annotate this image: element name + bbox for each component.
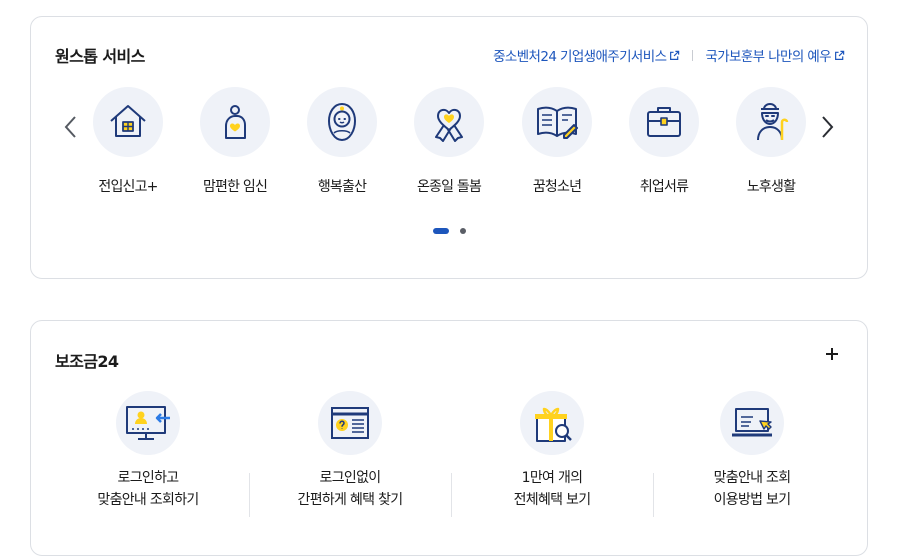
- open-book-pencil-icon: [537, 106, 578, 139]
- subsidy-icon-circle: [720, 391, 784, 455]
- service-label: 행복출산: [317, 179, 367, 195]
- gift-search-icon: [535, 407, 572, 442]
- pagination-dot[interactable]: [460, 228, 466, 234]
- service-icon-circle: [93, 87, 163, 157]
- subsidy-label-line1: 로그인하고: [117, 470, 180, 486]
- service-label: 노후생활: [746, 179, 796, 195]
- subsidy-login-search[interactable]: 로그인하고 맞춤안내 조회하기: [47, 391, 249, 511]
- onestop-service-card: 원스톱 서비스 중소벤처24 기업생애주기서비스 국가보훈부 나만의 예우 전입…: [30, 16, 868, 279]
- service-label: 온종일 돌봄: [416, 179, 482, 195]
- service-move-in[interactable]: 전입신고+: [78, 87, 178, 196]
- subsidy-icon-circle: [318, 391, 382, 455]
- onestop-title: 원스톱 서비스: [55, 47, 145, 66]
- subsidy-label-line2: 전체혜택 보기: [513, 492, 592, 508]
- subsidy-label-line2: 맞춤안내 조회하기: [97, 492, 199, 508]
- external-links: 중소벤처24 기업생애주기서비스 국가보훈부 나만의 예우: [493, 45, 845, 65]
- subsidy-label-line2: 간편하게 혜택 찾기: [297, 492, 404, 508]
- service-employment-docs[interactable]: 취업서류: [614, 87, 714, 196]
- veterans-link[interactable]: 국가보훈부 나만의 예우: [705, 45, 845, 65]
- service-label: 취업서류: [639, 179, 689, 195]
- subsidy-label-line1: 1만여 개의: [521, 470, 583, 486]
- subsidy-label-line1: 로그인없이: [319, 470, 382, 486]
- subsidy-label: 로그인없이 간편하게 혜택 찾기: [249, 467, 451, 511]
- service-retirement-life[interactable]: 노후생활: [721, 87, 821, 196]
- service-all-day-care[interactable]: 온종일 돌봄: [399, 87, 499, 196]
- pagination-dot-active[interactable]: [433, 228, 449, 234]
- plus-icon[interactable]: [825, 347, 839, 361]
- sme24-link-label: 중소벤처24 기업생애주기서비스: [493, 49, 667, 65]
- subsidy-usage-guide[interactable]: 맞춤안내 조회 이용방법 보기: [651, 391, 853, 511]
- care-ribbon-icon: [435, 108, 463, 142]
- sme24-link[interactable]: 중소벤처24 기업생애주기서비스: [493, 45, 680, 65]
- service-icon-circle: [522, 87, 592, 157]
- service-label: 전입신고+: [98, 179, 158, 195]
- subsidy-label: 로그인하고 맞춤안내 조회하기: [47, 467, 249, 511]
- service-pregnancy[interactable]: 맘편한 임신: [185, 87, 285, 196]
- subsidy-label-line2: 이용방법 보기: [713, 492, 792, 508]
- service-youth-dream[interactable]: 꿈청소년: [507, 87, 607, 196]
- house-icon: [110, 105, 146, 137]
- subsidy-label-line1: 맞춤안내 조회: [713, 470, 792, 486]
- login-monitor-icon: [126, 406, 170, 440]
- service-icon-circle: [414, 87, 484, 157]
- external-link-icon: [670, 50, 680, 60]
- subsidy-title: 보조금24: [55, 352, 119, 371]
- briefcase-icon: [647, 107, 681, 137]
- subsidy-icon-circle: [116, 391, 180, 455]
- subsidy-quick-search[interactable]: 로그인없이 간편하게 혜택 찾기: [249, 391, 451, 511]
- elderly-cane-icon: [757, 103, 789, 141]
- pregnancy-icon: [225, 105, 246, 139]
- service-childbirth[interactable]: 행복출산: [292, 87, 392, 196]
- newborn-baby-icon: [327, 102, 357, 142]
- service-icon-circle: [200, 87, 270, 157]
- subsidy-icon-circle: [520, 391, 584, 455]
- service-icon-circle: [736, 87, 806, 157]
- subsidy-label: 1만여 개의 전체혜택 보기: [451, 467, 653, 511]
- service-label: 맘편한 임신: [202, 179, 268, 195]
- subsidy24-card: 보조금24 로그인하고 맞춤안내 조회하기 로그인없이 간편하게 혜택 찾기 1…: [30, 320, 868, 556]
- service-label: 꿈청소년: [532, 179, 582, 195]
- veterans-link-label: 국가보훈부 나만의 예우: [705, 49, 831, 65]
- question-document-icon: [331, 407, 369, 439]
- service-icon-circle: [629, 87, 699, 157]
- carousel-pagination: [433, 228, 466, 234]
- laptop-guide-icon: [732, 408, 772, 437]
- subsidy-label: 맞춤안내 조회 이용방법 보기: [651, 467, 853, 511]
- subsidy-all-benefits[interactable]: 1만여 개의 전체혜택 보기: [451, 391, 653, 511]
- external-link-icon: [835, 50, 845, 60]
- link-divider: [692, 49, 694, 61]
- service-icon-circle: [307, 87, 377, 157]
